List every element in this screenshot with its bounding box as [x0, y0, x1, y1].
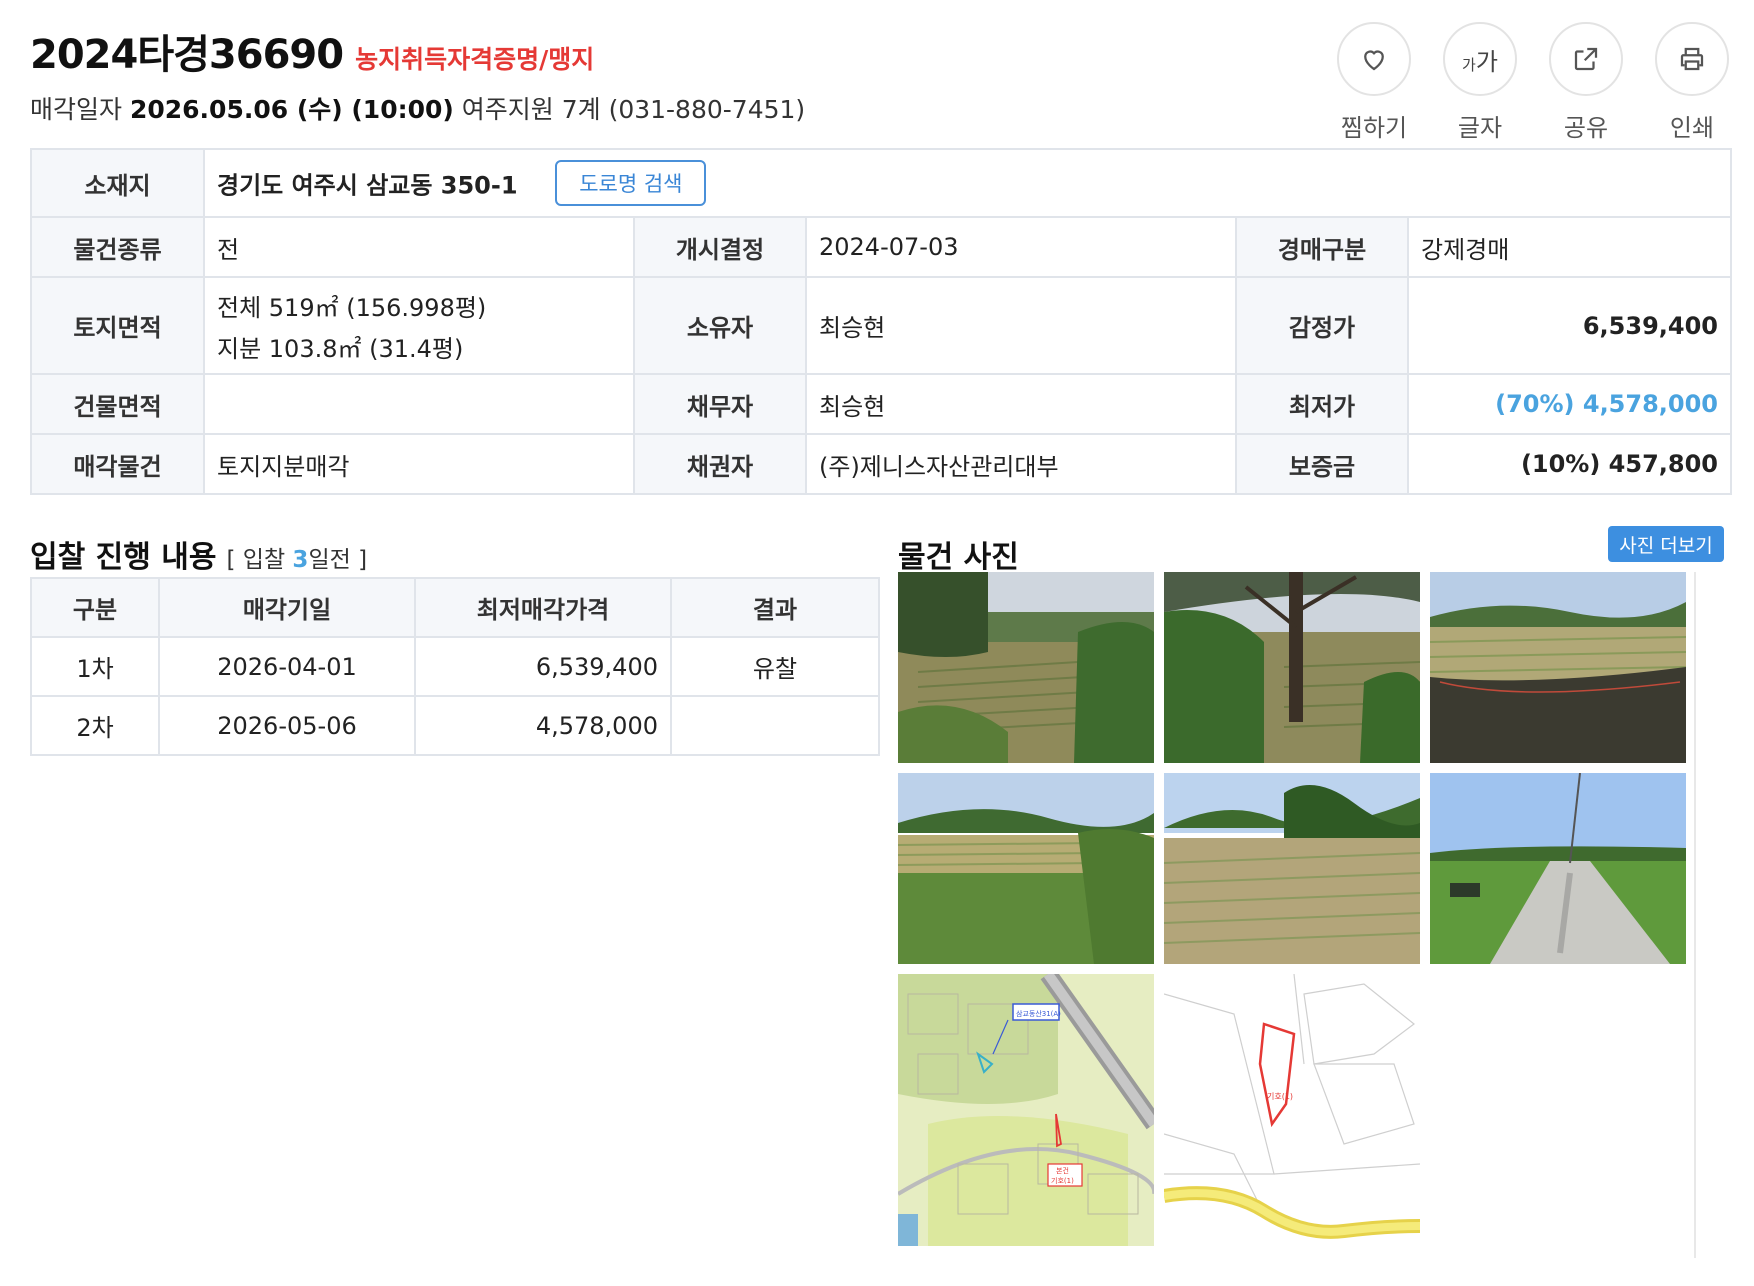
location-map-thumbnail[interactable]: 삼교동산31(A) 본건 기호(1)	[898, 974, 1154, 1246]
page-header: 2024타경36690 농지취득자격증명/맹지 매각일자 2026.05.06 …	[30, 22, 1730, 142]
location-cell: 경기도 여주시 삼교동 350-1 도로명 검색	[203, 148, 1732, 218]
sale-item-label: 매각물건	[30, 433, 205, 495]
court-info: 여주지원 7계 (031-880-7451)	[461, 95, 806, 124]
bid-countdown: [ 입찰 3일전 ]	[226, 547, 368, 573]
owner-value: 최승현	[805, 276, 1237, 375]
favorite-label: 찜하기	[1340, 114, 1408, 142]
photos-title: 물건 사진	[898, 540, 1019, 575]
more-photos-button[interactable]: 사진 더보기	[1608, 526, 1724, 562]
table-row: 1차 2026-04-01 6,539,400 유찰	[30, 636, 880, 697]
building-area-value	[203, 373, 635, 435]
sale-date-label: 매각일자	[30, 95, 123, 124]
bid-table-header: 구분 매각기일 최저매각가격 결과	[30, 577, 880, 638]
round-cell: 2차	[30, 695, 160, 756]
result-cell: 유찰	[670, 636, 880, 697]
round-cell: 1차	[30, 636, 160, 697]
bid-section-title: 입찰 진행 내용 [ 입찰 3일전 ]	[30, 532, 367, 576]
heart-icon	[1337, 22, 1411, 96]
creditor-label: 채권자	[633, 433, 807, 495]
font-size-icon: 가가	[1443, 22, 1517, 96]
table-row: 토지면적 전체 519㎡ (156.998평) 지분 103.8㎡ (31.4평…	[30, 276, 1732, 375]
column-header: 구분	[30, 577, 160, 638]
share-icon	[1549, 22, 1623, 96]
auction-type-label: 경매구분	[1235, 216, 1409, 278]
bid-title-text: 입찰 진행 내용	[30, 540, 217, 575]
road-search-button[interactable]: 도로명 검색	[555, 160, 707, 206]
location-label: 소재지	[30, 148, 205, 218]
sale-item-value: 토지지분매각	[203, 433, 635, 495]
auction-type-value: 강제경매	[1407, 216, 1732, 278]
deposit-label: 보증금	[1235, 433, 1409, 495]
print-button[interactable]: 인쇄	[1654, 22, 1730, 143]
sale-date-value: 2026.05.06 (수) (10:00)	[129, 95, 454, 124]
svg-text:기호(1): 기호(1)	[1051, 1176, 1074, 1185]
appraisal-value: 6,539,400	[1407, 276, 1732, 375]
table-row: 건물면적 채무자 최승현 최저가 (70%) 4,578,000	[30, 373, 1732, 435]
min-price-label: 최저가	[1235, 373, 1409, 435]
days-left: 3	[292, 547, 309, 573]
price-cell: 4,578,000	[414, 695, 672, 756]
action-bar: 찜하기 가가 글자 공유 인쇄	[1336, 22, 1730, 143]
creditor-value: (주)제니스자산관리대부	[805, 433, 1237, 495]
font-size-button[interactable]: 가가 글자	[1442, 22, 1518, 143]
font-size-label: 글자	[1457, 114, 1503, 142]
land-area-total: 전체 519㎡ (156.998평)	[217, 293, 487, 322]
photo-thumbnail[interactable]	[1164, 773, 1420, 964]
print-label: 인쇄	[1669, 114, 1715, 142]
column-header: 최저매각가격	[414, 577, 672, 638]
table-row: 매각물건 토지지분매각 채권자 (주)제니스자산관리대부 보증금 (10%) 4…	[30, 433, 1732, 495]
property-type-value: 전	[203, 216, 635, 278]
table-row: 물건종류 전 개시결정 2024-07-03 경매구분 강제경매	[30, 216, 1732, 278]
case-number: 2024타경36690	[30, 32, 344, 78]
date-cell: 2026-05-06	[158, 695, 416, 756]
svg-text:본건: 본건	[1056, 1166, 1069, 1175]
price-cell: 6,539,400	[414, 636, 672, 697]
building-area-label: 건물면적	[30, 373, 205, 435]
parcel-map-thumbnail[interactable]: 기호(1)	[1164, 974, 1420, 1246]
debtor-label: 채무자	[633, 373, 807, 435]
deposit-value: (10%) 457,800	[1407, 433, 1732, 495]
land-area-value: 전체 519㎡ (156.998평) 지분 103.8㎡ (31.4평)	[203, 276, 635, 375]
photo-thumbnail[interactable]	[898, 773, 1154, 964]
photo-scrollbar[interactable]	[1694, 572, 1724, 1258]
table-row: 2차 2026-05-06 4,578,000	[30, 695, 880, 756]
photo-thumbnail[interactable]	[1430, 572, 1686, 763]
date-cell: 2026-04-01	[158, 636, 416, 697]
print-icon	[1655, 22, 1729, 96]
property-info-table: 소재지 경기도 여주시 삼교동 350-1 도로명 검색 물건종류 전 개시결정…	[30, 148, 1732, 495]
share-label: 공유	[1563, 114, 1609, 142]
debtor-value: 최승현	[805, 373, 1237, 435]
bid-table: 구분 매각기일 최저매각가격 결과 1차 2026-04-01 6,539,40…	[30, 577, 880, 756]
start-decision-value: 2024-07-03	[805, 216, 1237, 278]
property-type-label: 물건종류	[30, 216, 205, 278]
photo-thumbnail[interactable]	[1430, 773, 1686, 964]
photo-thumbnail[interactable]	[1164, 572, 1420, 763]
owner-label: 소유자	[633, 276, 807, 375]
column-header: 결과	[670, 577, 880, 638]
svg-text:기호(1): 기호(1)	[1267, 1092, 1293, 1101]
case-tag: 농지취득자격증명/맹지	[355, 45, 595, 74]
favorite-button[interactable]: 찜하기	[1336, 22, 1412, 143]
appraisal-label: 감정가	[1235, 276, 1409, 375]
address-value: 경기도 여주시 삼교동 350-1	[217, 171, 518, 200]
result-cell	[670, 695, 880, 756]
table-row: 소재지 경기도 여주시 삼교동 350-1 도로명 검색	[30, 148, 1732, 218]
land-area-share: 지분 103.8㎡ (31.4평)	[217, 334, 464, 363]
min-price-value: (70%) 4,578,000	[1407, 373, 1732, 435]
land-area-label: 토지면적	[30, 276, 205, 375]
start-decision-label: 개시결정	[633, 216, 807, 278]
column-header: 매각기일	[158, 577, 416, 638]
photo-thumbnail[interactable]	[898, 572, 1154, 763]
share-button[interactable]: 공유	[1548, 22, 1624, 143]
svg-text:삼교동산31(A): 삼교동산31(A)	[1016, 1009, 1061, 1018]
